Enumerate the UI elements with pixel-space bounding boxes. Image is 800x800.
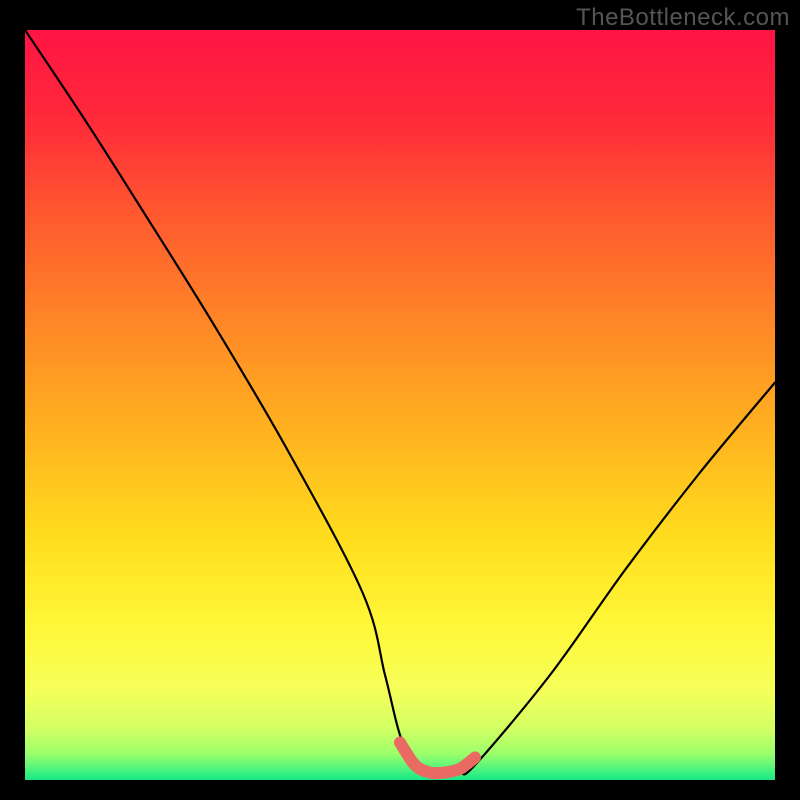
chart-frame: TheBottleneck.com: [0, 0, 800, 800]
gradient-background: [25, 30, 775, 780]
watermark-text: TheBottleneck.com: [576, 4, 790, 32]
bottleneck-chart: [25, 30, 775, 780]
